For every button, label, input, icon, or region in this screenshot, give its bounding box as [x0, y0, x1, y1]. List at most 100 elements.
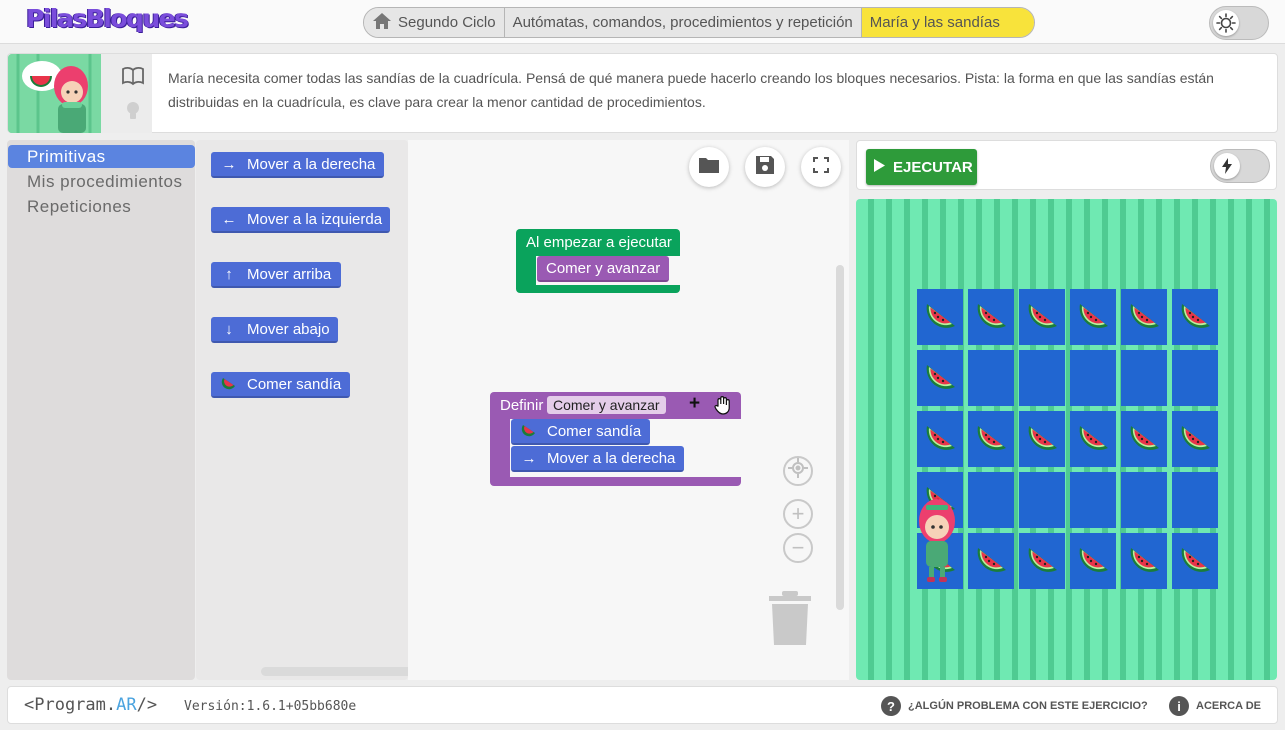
- report-problem-link[interactable]: ? ¿ALGÚN PROBLEMA CON ESTE EJERCICIO?: [881, 696, 1148, 716]
- category-mis-procedimientos[interactable]: Mis procedimientos: [8, 170, 195, 193]
- fullscreen-button[interactable]: [801, 147, 841, 187]
- about-link[interactable]: i ACERCA DE: [1169, 696, 1261, 716]
- grid-cell-with-watermelon: [968, 289, 1014, 345]
- blockly-workspace[interactable]: Al empezar a ejecutar Comer y avanzar De…: [408, 140, 849, 680]
- plus-icon[interactable]: +: [689, 393, 700, 415]
- block-mover-abajo[interactable]: ↓ Mover abajo: [211, 317, 338, 343]
- grid-cell-empty: [1172, 350, 1218, 406]
- hand-icon[interactable]: [713, 395, 733, 420]
- grid-cell-with-watermelon: [1019, 289, 1065, 345]
- watermelon-icon: [1125, 296, 1163, 339]
- block-label: Mover a la derecha: [547, 449, 676, 467]
- lightbulb-icon[interactable]: [124, 100, 142, 127]
- block-mover-izquierda[interactable]: ← Mover a la izquierda: [211, 207, 390, 233]
- grid-cell-with-watermelon: [1121, 411, 1167, 467]
- arrow-down-icon: ↓: [225, 320, 233, 338]
- block-mover-derecha[interactable]: → Mover a la derecha: [211, 152, 384, 178]
- game-scene: [856, 199, 1277, 680]
- save-file-button[interactable]: [745, 147, 785, 187]
- block-comer-sandia[interactable]: Comer sandía: [211, 372, 350, 398]
- breadcrumb-challenge-label: María y las sandías: [869, 14, 1000, 31]
- watermelon-icon: [1125, 418, 1163, 461]
- zoom-out-icon: −: [791, 535, 805, 560]
- block-mover-derecha-def[interactable]: → Mover a la derecha: [511, 446, 684, 472]
- grid-cell-empty: [1019, 472, 1065, 528]
- watermelon-icon: [1023, 296, 1061, 339]
- watermelon-icon: [921, 296, 959, 339]
- grid-cell-empty: [968, 472, 1014, 528]
- grid-cell-empty: [1019, 350, 1065, 406]
- grid-cell-with-watermelon: [968, 533, 1014, 589]
- description-side-buttons: [101, 54, 152, 133]
- version-text: Versión:1.6.1+05bb680e: [184, 699, 357, 714]
- block-label: Comer y avanzar: [546, 259, 661, 277]
- block-al-empezar-label: Al empezar a ejecutar: [526, 234, 672, 251]
- play-icon: [874, 158, 885, 176]
- category-repeticiones[interactable]: Repeticiones: [8, 195, 195, 218]
- zoom-in-button[interactable]: +: [783, 499, 813, 529]
- block-label: Mover a la derecha: [247, 155, 376, 173]
- arrow-up-icon: ↑: [225, 265, 233, 283]
- breadcrumb-home[interactable]: Segundo Ciclo: [364, 8, 505, 37]
- grid-cell-with-watermelon: [1172, 411, 1218, 467]
- grid-cell-empty: [1172, 472, 1218, 528]
- watermelon-icon: [972, 418, 1010, 461]
- watermelon-icon: [520, 421, 538, 441]
- block-comer-sandia-def[interactable]: Comer sandía: [511, 419, 650, 445]
- grid-cell-with-watermelon: [1121, 533, 1167, 589]
- about-label: ACERCA DE: [1196, 700, 1261, 712]
- pilasbloques-logo[interactable]: PilasBloques: [26, 4, 189, 33]
- procedure-name-field[interactable]: Comer y avanzar: [547, 396, 666, 414]
- fullscreen-icon: [813, 156, 829, 178]
- block-mover-arriba[interactable]: ↑ Mover arriba: [211, 262, 341, 288]
- breadcrumb-book[interactable]: Autómatas, comandos, procedimientos y re…: [504, 8, 862, 37]
- grid-cell-with-watermelon: [1070, 289, 1116, 345]
- block-label: Mover abajo: [247, 320, 330, 338]
- run-button[interactable]: EJECUTAR: [866, 149, 977, 185]
- zoom-in-icon: +: [791, 501, 805, 526]
- report-problem-label: ¿ALGÚN PROBLEMA CON ESTE EJERCICIO?: [908, 700, 1148, 712]
- trash-icon[interactable]: [769, 591, 811, 650]
- watermelon-icon: [1074, 418, 1112, 461]
- block-comer-y-avanzar-call[interactable]: Comer y avanzar: [537, 256, 669, 282]
- grid-cell-with-watermelon: [917, 289, 963, 345]
- category-primitivas[interactable]: Primitivas: [8, 145, 195, 168]
- grid-cell-with-watermelon: [968, 411, 1014, 467]
- programar-logo-ar: AR: [116, 695, 137, 715]
- grid-cell-with-watermelon: [1019, 411, 1065, 467]
- watermelon-icon: [1023, 418, 1061, 461]
- block-label: Comer sandía: [247, 375, 342, 393]
- breadcrumb-challenge[interactable]: María y las sandías: [861, 8, 1034, 37]
- workspace-vertical-scrollbar[interactable]: [836, 265, 844, 610]
- toolbox-flyout: → Mover a la derecha ← Mover a la izquie…: [196, 140, 656, 680]
- lightning-icon: [1214, 153, 1240, 179]
- watermelon-icon: [1074, 296, 1112, 339]
- grid-cell-with-watermelon: [1172, 533, 1218, 589]
- target-icon: [788, 458, 808, 484]
- block-label: Mover arriba: [247, 265, 332, 283]
- toolbox-categories: Primitivas Mis procedimientos Repeticion…: [7, 140, 195, 680]
- watermelon-icon: [1176, 540, 1214, 583]
- turbo-mode-toggle[interactable]: [1210, 149, 1270, 183]
- watermelon-icon: [1176, 296, 1214, 339]
- recenter-button[interactable]: [783, 456, 813, 486]
- grid-cell-empty: [1121, 472, 1167, 528]
- block-definir-keyword: Definir: [500, 397, 544, 414]
- theme-toggle[interactable]: [1209, 6, 1269, 40]
- grid-cell-with-watermelon: [1070, 411, 1116, 467]
- watermelon-icon: [220, 374, 238, 394]
- execution-bar: EJECUTAR: [856, 140, 1277, 190]
- open-file-button[interactable]: [689, 147, 729, 187]
- grid-cell-empty: [968, 350, 1014, 406]
- save-icon: [755, 155, 775, 180]
- book-icon[interactable]: [121, 66, 145, 91]
- programar-logo[interactable]: <Program.AR/>: [24, 695, 157, 715]
- app-footer: <Program.AR/> Versión:1.6.1+05bb680e ? ¿…: [7, 686, 1278, 724]
- grid-cell-empty: [1070, 350, 1116, 406]
- watermelon-icon: [972, 296, 1010, 339]
- zoom-out-button[interactable]: −: [783, 533, 813, 563]
- breadcrumb: Segundo Ciclo Autómatas, comandos, proce…: [363, 7, 1035, 38]
- run-button-label: EJECUTAR: [893, 158, 973, 176]
- watermelon-icon: [1125, 540, 1163, 583]
- block-al-empezar-spine: [516, 256, 536, 286]
